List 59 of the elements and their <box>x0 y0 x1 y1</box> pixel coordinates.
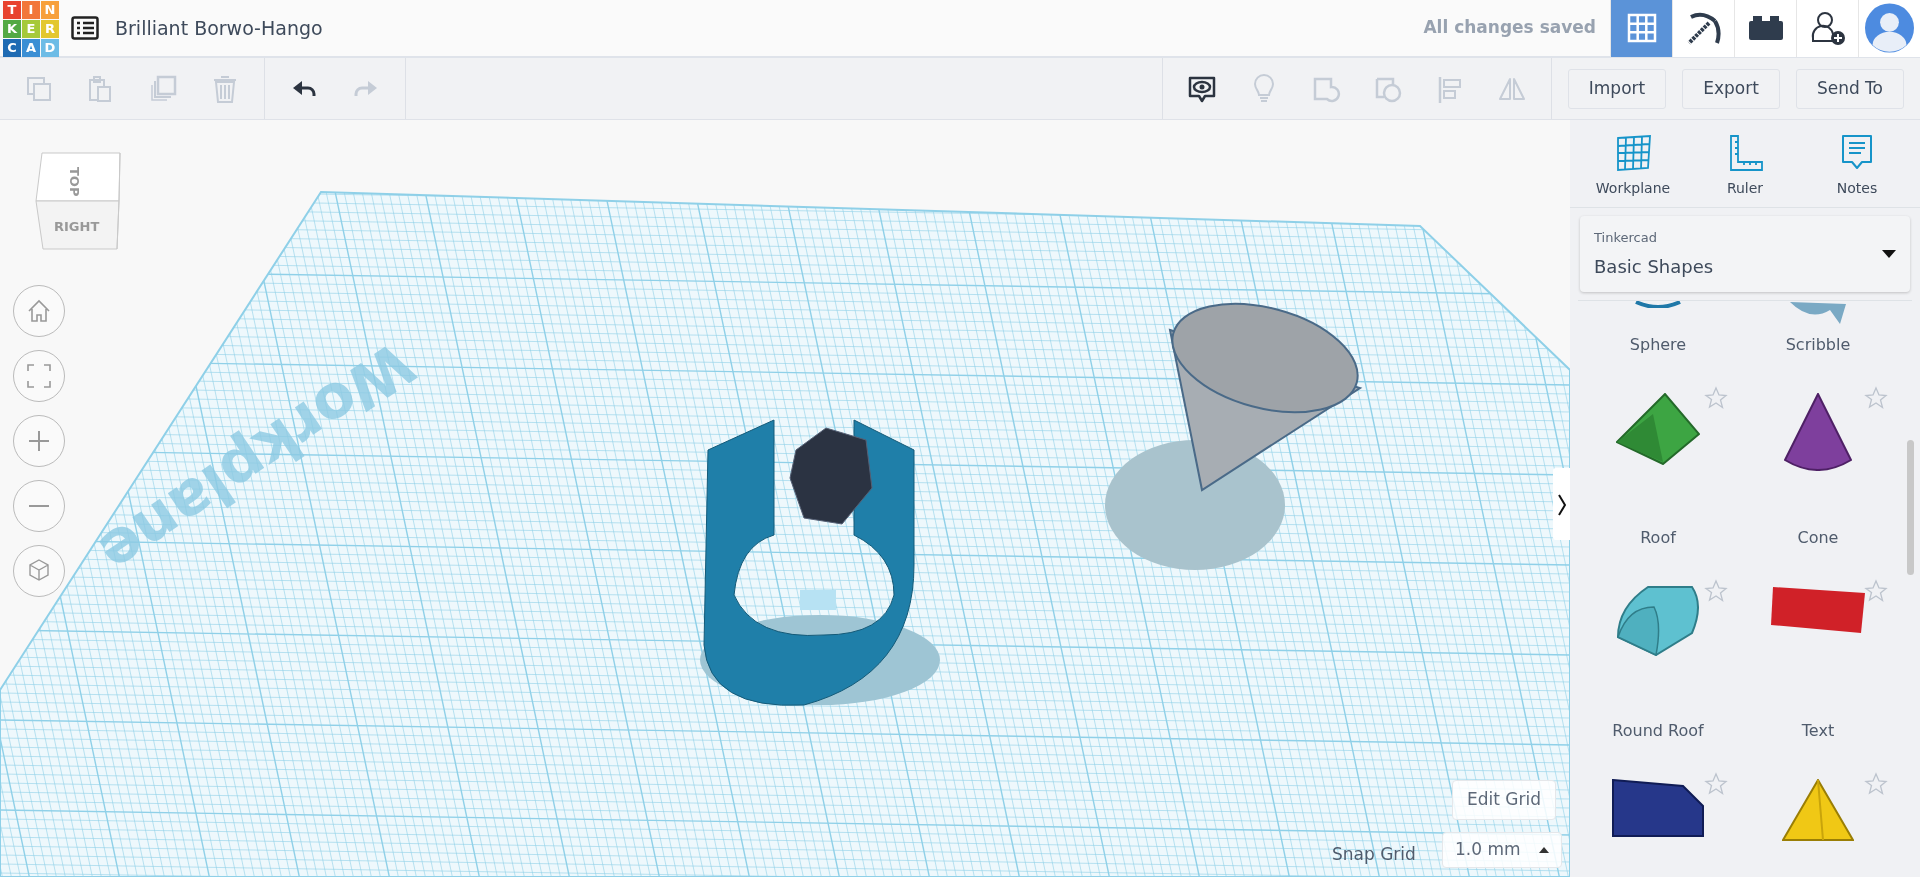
shape-label[interactable]: Scribble <box>1785 333 1851 357</box>
home-button[interactable] <box>13 285 65 337</box>
pickaxe-view-button[interactable] <box>1672 0 1734 57</box>
duplicate-icon <box>148 73 178 104</box>
logo-letter: N <box>41 1 59 19</box>
save-status: All changes saved <box>1423 16 1596 40</box>
view-cube-top-label: TOP <box>67 167 82 197</box>
zoom-out-button[interactable] <box>13 480 65 532</box>
logo-letter: T <box>3 1 21 19</box>
toolbar-button[interactable]: Send To <box>1795 68 1904 109</box>
favorite-star-icon[interactable] <box>1864 771 1888 796</box>
brick-icon <box>1747 14 1784 42</box>
shape-library-dropdown[interactable]: Tinkercad Basic Shapes <box>1580 216 1910 292</box>
logo-letter: I <box>22 1 40 19</box>
menu-button[interactable] <box>71 15 99 41</box>
favorite-star-icon[interactable] <box>1704 385 1728 410</box>
panel-collapse-handle[interactable] <box>1553 468 1570 540</box>
toolbar-button[interactable]: Export <box>1682 68 1780 109</box>
toolbar-button[interactable]: Import <box>1567 68 1667 109</box>
snap-grid-select[interactable]: 1.0 mm <box>1442 832 1562 868</box>
logo-letter: K <box>3 20 21 38</box>
caret-down-icon <box>1882 250 1896 258</box>
logo-letter: E <box>22 20 40 38</box>
zoom-out-icon <box>28 504 50 508</box>
perspective-button[interactable] <box>13 545 65 597</box>
logo-letter: C <box>3 39 21 57</box>
favorite-star-icon[interactable] <box>1704 771 1728 796</box>
fit-button[interactable] <box>13 350 65 402</box>
caret-up-icon <box>1539 847 1549 853</box>
notes-tool-button[interactable]: Notes <box>1802 120 1912 207</box>
shape-label[interactable]: Round Roof <box>1612 719 1704 743</box>
zoom-in-button[interactable] <box>13 415 65 467</box>
view-cube-side-label: RIGHT <box>54 219 100 234</box>
workplane-tool-button[interactable]: Workplane <box>1578 120 1688 207</box>
fit-view-icon <box>25 362 53 390</box>
list-icon <box>71 16 99 41</box>
grid-icon <box>1626 13 1657 43</box>
chevron-right-icon <box>1557 493 1566 516</box>
ruler-tool-button[interactable]: Ruler <box>1690 120 1800 207</box>
add-user-icon <box>1809 10 1846 46</box>
snap-grid-label: Snap Grid <box>1332 843 1416 866</box>
logo-letter: D <box>41 39 59 57</box>
shape-label[interactable]: Cone <box>1797 526 1839 550</box>
scrollbar-thumb[interactable] <box>1907 440 1914 575</box>
shape-label[interactable]: Sphere <box>1629 333 1687 357</box>
library-source-label: Tinkercad <box>1594 228 1658 247</box>
favorite-star-icon[interactable] <box>1864 578 1888 603</box>
shape-label[interactable]: Roof <box>1640 526 1676 550</box>
logo-letter: R <box>41 20 59 38</box>
edit-grid-button[interactable]: Edit Grid <box>1452 780 1556 820</box>
bricks-view-button[interactable] <box>1734 0 1796 57</box>
add-user-button[interactable] <box>1796 0 1858 57</box>
library-name: Basic Shapes <box>1594 255 1714 280</box>
avatar-icon <box>1865 2 1914 54</box>
favorite-star-icon[interactable] <box>1704 578 1728 603</box>
favorite-star-icon[interactable] <box>1864 385 1888 410</box>
project-title[interactable]: Brilliant Borwo-Hango <box>115 13 323 43</box>
shape-label[interactable]: Text <box>1801 719 1835 743</box>
logo-letter: A <box>22 39 40 57</box>
